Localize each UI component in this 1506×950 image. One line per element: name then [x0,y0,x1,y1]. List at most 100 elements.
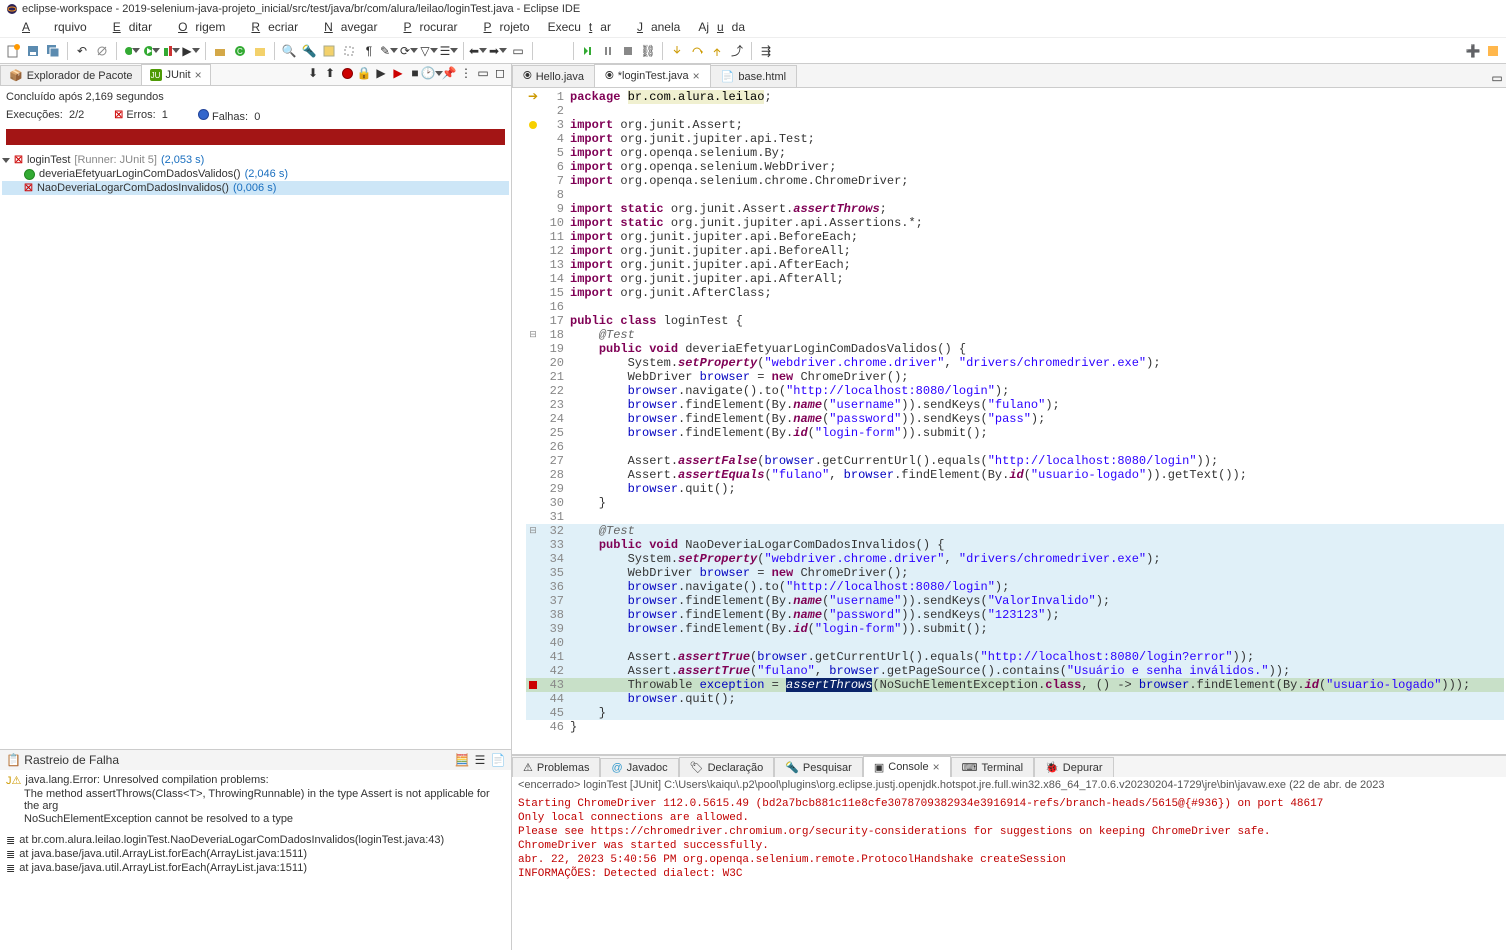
console-line: INFORMAÇÕES: Detected dialect: W3C [518,867,1500,881]
terminate-icon[interactable] [619,42,637,60]
junit-tree[interactable]: ☒ loginTest [Runner: JUnit 5] (2,053 s) … [0,149,511,749]
undo-icon[interactable]: ↶ [73,42,91,60]
menu-window[interactable]: Janela [621,18,688,37]
new-class-icon[interactable]: C [231,42,249,60]
editor-min-icon[interactable]: ▭ [1490,71,1504,85]
new-package-icon[interactable] [211,42,229,60]
perspective-icon[interactable]: ➕ [1464,42,1482,60]
scroll-lock-icon[interactable]: 🔒 [357,66,371,80]
expand-icon[interactable] [2,158,10,163]
wand-icon[interactable]: ✎ [380,42,398,60]
next-failure-icon[interactable]: ⬇ [306,66,320,80]
tree-test-1[interactable]: deveriaEfetyuarLoginComDadosValidos() (2… [2,167,509,181]
failure-trace-header: 📋 Rastreio de Falha 🧮 ☰ 📄 [0,749,511,770]
close-icon[interactable]: × [693,69,700,83]
toggle-mark-icon[interactable] [320,42,338,60]
view-menu-icon[interactable]: ⋮ [459,66,473,80]
errors-label: Erros: [126,109,155,121]
code-editor[interactable]: ➔1package br.com.alura.leilao;23import o… [512,88,1506,754]
declaration-icon: 🏷 [690,761,704,774]
debug-icon[interactable] [122,42,140,60]
editor-tab-logintest[interactable]: 🞊 *loginTest.java × [594,64,711,87]
failure-trace[interactable]: J⚠java.lang.Error: Unresolved compilatio… [0,770,511,950]
show-failures-icon[interactable] [340,66,354,80]
warning-icon: J⚠ [6,774,21,787]
run-icon[interactable] [142,42,160,60]
step-into-icon[interactable] [668,42,686,60]
skip-breakpoints-icon[interactable] [93,42,111,60]
suspend-icon[interactable] [599,42,617,60]
save-icon[interactable] [24,42,42,60]
drop-frame-icon[interactable]: ⤴ [728,42,746,60]
menu-project[interactable]: Projeto [468,18,538,37]
coverage-icon[interactable] [162,42,180,60]
filter-trace-icon[interactable]: ☰ [473,753,487,767]
forward-icon[interactable]: ➡ [489,42,507,60]
stack-icon: ≣ [6,834,15,847]
menu-search[interactable]: Procurar [387,18,465,37]
open-type-icon[interactable]: 🔍 [280,42,298,60]
menu-run[interactable]: Executar [540,18,619,37]
tab-javadoc[interactable]: @Javadoc [600,758,678,777]
tab-search[interactable]: 🔦Pesquisar [774,757,863,777]
resume-icon[interactable] [579,42,597,60]
editor-area: 🞊 Hello.java 🞊 *loginTest.java × 📄 base.… [512,64,1506,950]
tab-console[interactable]: ▣Console× [863,756,951,777]
save-all-icon[interactable] [44,42,62,60]
copy-trace-icon[interactable]: 📄 [491,753,505,767]
menu-file[interactable]: Arquivo [6,18,95,37]
step-over-icon[interactable] [688,42,706,60]
rerun-failed-icon[interactable]: ▶ [391,66,405,80]
stop-icon[interactable]: ▭ [509,42,527,60]
run-last-icon[interactable]: ▶ [182,42,200,60]
menu-source[interactable]: Origem [162,18,233,37]
search-icon[interactable]: 🔦 [300,42,318,60]
tree-root[interactable]: ☒ loginTest [Runner: JUnit 5] (2,053 s) [2,153,509,167]
menu-navigate[interactable]: Navegar [308,18,385,37]
use-step-filters-icon[interactable]: ⇶ [757,42,775,60]
tab-problems[interactable]: ⚠Problemas [512,757,600,777]
tab-terminal[interactable]: ⌨Terminal [951,757,1034,777]
ruler [512,88,526,754]
search-tab-icon: 🔦 [785,761,799,774]
toggle-block-icon[interactable] [340,42,358,60]
minimize-icon[interactable]: ▭ [476,66,490,80]
history-icon[interactable]: 🕑 [425,66,439,80]
junit-icon: JU [150,69,162,81]
compare-icon[interactable]: 🧮 [455,753,469,767]
show-whitespace-icon[interactable]: ¶ [360,42,378,60]
disconnect-icon[interactable]: ⛓ [639,42,657,60]
close-icon[interactable]: × [933,760,940,774]
java-file-icon: 🞊 [523,70,532,83]
editor-tab-hello[interactable]: 🞊 Hello.java [512,65,595,87]
menu-bar: Arquivo Editar Origem Recriar Navegar Pr… [0,18,1506,38]
menu-help[interactable]: Ajuda [690,18,753,37]
console-line: abr. 22, 2023 5:40:56 PM org.openqa.sele… [518,853,1500,867]
menu-refactor[interactable]: Recriar [235,18,306,37]
tree-test-2[interactable]: ☒ NaoDeveriaLogarComDadosInvalidos() (0,… [2,181,509,195]
maximize-icon[interactable]: ◻ [493,66,507,80]
tab-package-explorer[interactable]: 📦 Explorador de Pacote [0,65,142,85]
filter-icon[interactable]: ▽ [420,42,438,60]
left-view-tabs: 📦 Explorador de Pacote JU JUnit × ⬇ ⬆ 🔒 … [0,64,511,86]
close-icon[interactable]: × [195,68,202,82]
refresh-icon[interactable]: ⟳ [400,42,418,60]
tab-declaration[interactable]: 🏷Declaração [679,757,775,777]
menu-edit[interactable]: Editar [97,18,160,37]
perspective-switch-icon[interactable] [1484,42,1502,60]
javadoc-icon: @ [611,762,622,774]
tab-junit[interactable]: JU JUnit × [141,64,211,85]
step-return-icon[interactable] [708,42,726,60]
junit-counters: Execuções: 2/2 ☒ Erros: 1 Falhas: 0 [6,107,505,125]
pin-icon[interactable]: 📌 [442,66,456,80]
layout-icon[interactable]: ☰ [440,42,458,60]
console-output[interactable]: Starting ChromeDriver 112.0.5615.49 (bd2… [512,793,1506,950]
new-icon[interactable] [4,42,22,60]
debug-tab-icon: 🐞 [1045,761,1059,774]
back-icon[interactable]: ⬅ [469,42,487,60]
prev-failure-icon[interactable]: ⬆ [323,66,337,80]
new-folder-icon[interactable] [251,42,269,60]
tab-debug[interactable]: 🐞Depurar [1034,757,1113,777]
rerun-icon[interactable]: ▶ [374,66,388,80]
editor-tab-base[interactable]: 📄 base.html [710,65,797,87]
